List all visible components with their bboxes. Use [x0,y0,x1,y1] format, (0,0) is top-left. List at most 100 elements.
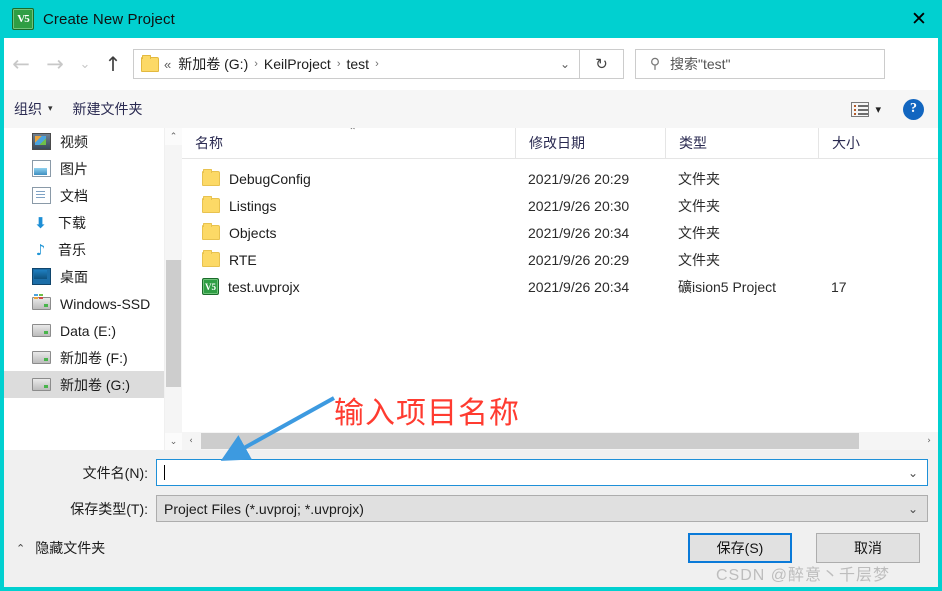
table-row[interactable]: DebugConfig 2021/9/26 20:29 文件夹 [182,165,938,192]
breadcrumb-overflow[interactable]: « [161,57,174,72]
folder-icon [202,223,220,240]
search-icon: ⚲ [649,56,661,72]
horizontal-scrollbar[interactable]: ‹ › [182,432,938,450]
hide-folders-button[interactable]: ⌃ 隐藏文件夹 [16,538,105,558]
file-name-label: DebugConfig [229,170,311,187]
chevron-down-icon[interactable]: ⌄ [908,502,918,516]
column-header-type[interactable]: 类型 [665,128,818,158]
cancel-button[interactable]: 取消 [816,533,920,563]
sidebar-item-label: 视频 [60,133,88,150]
dialog-buttons: 保存(S) 取消 [688,533,920,563]
keil-project-icon: V5 [202,278,219,295]
column-header-name[interactable]: ⌃ 名称 [182,128,515,158]
file-list-body: DebugConfig 2021/9/26 20:29 文件夹 Listings… [182,159,938,300]
filetype-value: Project Files (*.uvproj; *.uvprojx) [164,500,364,517]
recent-locations-icon[interactable]: ⌄ [72,44,98,84]
file-name-cell: RTE [182,250,515,268]
breadcrumb-test[interactable]: test [343,56,374,72]
sidebar-item-volume-g[interactable]: 新加卷 (G:) [4,371,182,398]
table-row[interactable]: Listings 2021/9/26 20:30 文件夹 [182,192,938,219]
scroll-right-icon[interactable]: › [920,432,938,450]
scroll-down-icon[interactable]: ⌄ [165,433,182,450]
column-header-label: 名称 [195,135,223,151]
file-name-label: Listings [229,197,277,214]
sidebar-item-data-e[interactable]: Data (E:) [4,317,182,344]
sidebar-item-label: 音乐 [58,241,86,258]
new-folder-button[interactable]: 新建文件夹 [63,99,153,119]
breadcrumb-separator: › [336,58,341,70]
chevron-up-icon: ⌃ [16,541,26,555]
refresh-icon[interactable]: ↻ [580,49,624,79]
breadcrumb-keilproject[interactable]: KeilProject [260,56,335,72]
sidebar-item-desktop[interactable]: 桌面 [4,263,182,290]
keil-uvision-icon: V5 [12,8,34,30]
column-header-size[interactable]: 大小 [818,128,898,158]
up-icon[interactable]: ↑ [98,44,128,84]
filename-row: 文件名(N): ⌄ [4,459,938,486]
sidebar-item-music[interactable]: ♪ 音乐 [4,236,182,263]
save-button[interactable]: 保存(S) [688,533,792,563]
chevron-down-icon[interactable]: ⌄ [908,466,918,480]
back-icon[interactable]: ← [4,44,38,84]
horizontal-scroll-thumb[interactable] [201,433,859,449]
sidebar-item-pictures[interactable]: 图片 [4,155,182,182]
sidebar-item-downloads[interactable]: ⬇ 下载 [4,209,182,236]
filetype-select[interactable]: Project Files (*.uvproj; *.uvprojx) ⌄ [156,495,928,522]
filename-input[interactable]: ⌄ [156,459,928,486]
create-new-project-dialog: V5 Create New Project ✕ ← → ⌄ ↑ « 新加卷 (G… [0,0,942,591]
music-icon: ♪ [35,240,46,259]
file-date-cell: 2021/9/26 20:34 [528,224,630,241]
drive-icon [32,378,51,391]
sidebar-item-windows-ssd[interactable]: Windows-SSD [4,290,182,317]
file-name-cell: Listings [182,196,515,214]
chevron-down-icon[interactable]: ⌄ [560,57,570,71]
file-size-cell: 17 [831,278,847,295]
table-row[interactable]: RTE 2021/9/26 20:29 文件夹 [182,246,938,273]
filetype-label: 保存类型(T): [70,500,148,517]
scroll-up-icon[interactable]: ⌃ [165,128,182,145]
breadcrumb-drive[interactable]: 新加卷 (G:) [174,54,252,74]
sidebar-item-videos[interactable]: 视频 [4,128,182,155]
documents-icon [32,187,51,204]
file-type-cell: 文件夹 [678,251,720,268]
close-icon[interactable]: ✕ [896,0,942,38]
title-bar: V5 Create New Project ✕ [0,0,942,38]
file-date-cell: 2021/9/26 20:34 [528,278,630,295]
window-bottom-edge [0,587,942,591]
column-header-date[interactable]: 修改日期 [515,128,665,158]
sidebar-item-volume-f[interactable]: 新加卷 (F:) [4,344,182,371]
sidebar-item-label: 桌面 [60,268,88,285]
sidebar-item-label: 文档 [60,187,88,204]
sidebar-item-label: 图片 [60,160,88,177]
column-header-label: 修改日期 [529,135,585,151]
organize-button[interactable]: 组织 ▾ [4,99,63,119]
folder-icon [141,54,159,72]
drive-icon [32,351,51,364]
file-date-cell: 2021/9/26 20:30 [528,197,630,214]
view-options-icon[interactable] [851,101,870,117]
search-input[interactable]: ⚲ 搜索"test" [635,49,885,79]
sidebar-scrollbar[interactable]: ⌃ ⌄ [164,128,182,450]
sidebar-item-label: 新加卷 (G:) [60,376,130,393]
caret-down-icon: ▾ [48,104,53,114]
table-row[interactable]: V5 test.uvprojx 2021/9/26 20:34 礦ision5 … [182,273,938,300]
content-area: 视频 图片 文档 ⬇ 下载 ♪ 音乐 桌面 Windows-SSD Data (… [4,128,938,450]
file-name-label: test.uvprojx [228,278,300,295]
help-icon[interactable]: ? [903,98,924,120]
pictures-icon [32,160,51,177]
save-form: 文件名(N): ⌄ 保存类型(T): Project Files (*.uvpr… [4,450,938,591]
file-name-cell: DebugConfig [182,169,515,187]
sidebar-scroll-thumb[interactable] [166,260,181,387]
folder-icon [202,169,220,186]
filetype-row: 保存类型(T): Project Files (*.uvproj; *.uvpr… [4,495,938,522]
sidebar-item-documents[interactable]: 文档 [4,182,182,209]
file-name-cell: Objects [182,223,515,241]
view-caret-down-icon[interactable]: ▾ [875,103,881,116]
forward-icon[interactable]: → [38,44,72,84]
scroll-left-icon[interactable]: ‹ [182,432,200,450]
table-row[interactable]: Objects 2021/9/26 20:34 文件夹 [182,219,938,246]
address-bar[interactable]: « 新加卷 (G:) › KeilProject › test › ⌄ [133,49,580,79]
organize-label: 组织 [14,101,42,117]
search-placeholder: 搜索"test" [670,56,731,72]
window-title: Create New Project [43,10,175,28]
